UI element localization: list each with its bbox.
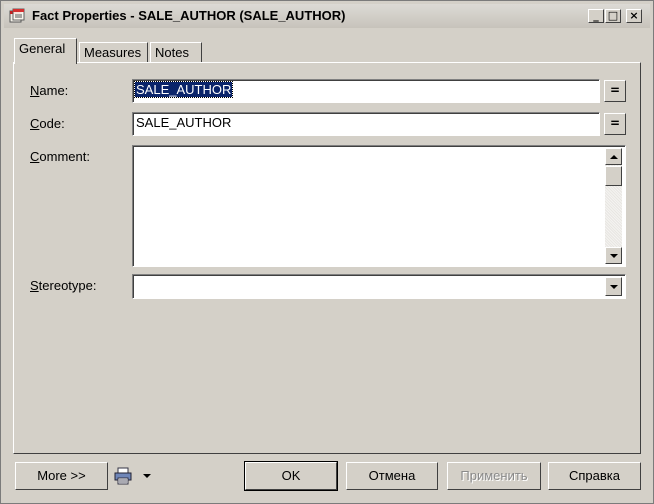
code-field[interactable]: SALE_AUTHOR <box>132 112 600 136</box>
tab-measures[interactable]: Measures <box>79 42 148 64</box>
apply-button[interactable]: Применить <box>447 462 541 490</box>
code-label: Code: <box>30 116 65 131</box>
name-equals-button[interactable]: = <box>604 80 626 102</box>
ok-button[interactable]: OK <box>244 461 338 491</box>
code-equals-button[interactable]: = <box>604 113 626 135</box>
comment-label: Comment: <box>30 149 90 164</box>
chevron-down-icon <box>609 284 618 289</box>
stereotype-combobox[interactable] <box>132 274 626 299</box>
cancel-button[interactable]: Отмена <box>346 462 438 490</box>
dropdown-arrow-icon <box>143 474 151 478</box>
tab-general[interactable]: General <box>14 38 77 64</box>
more-button[interactable]: More >> <box>15 462 108 490</box>
arrow-down-icon <box>609 253 618 258</box>
print-icon <box>114 467 132 485</box>
tab-notes[interactable]: Notes <box>150 42 202 64</box>
properties-dialog: Fact Properties - SALE_AUTHOR (SALE_AUTH… <box>0 0 654 504</box>
name-field[interactable]: SALE_AUTHOR <box>132 79 600 103</box>
window-title: Fact Properties - SALE_AUTHOR (SALE_AUTH… <box>32 8 346 23</box>
title-bar[interactable]: Fact Properties - SALE_AUTHOR (SALE_AUTH… <box>4 4 650 28</box>
tab-general-label: General <box>19 41 66 56</box>
name-label: Name: <box>30 83 69 98</box>
print-menu-button[interactable] <box>113 464 157 488</box>
stereotype-dropdown-button[interactable] <box>605 277 622 296</box>
comment-textarea[interactable] <box>132 145 626 267</box>
maximize-button[interactable]: □ <box>605 9 621 23</box>
name-value: SALE_AUTHOR <box>133 81 234 98</box>
tab-measures-label: Measures <box>84 45 142 60</box>
help-button[interactable]: Справка <box>548 462 641 490</box>
arrow-up-icon <box>609 154 618 159</box>
scroll-down-button[interactable] <box>605 247 622 264</box>
app-icon <box>9 8 25 23</box>
stereotype-label: Stereotype: <box>30 278 97 293</box>
scroll-thumb[interactable] <box>605 166 622 186</box>
tab-notes-label: Notes <box>155 45 189 60</box>
code-value: SALE_AUTHOR <box>136 115 232 130</box>
close-button[interactable]: × <box>626 9 642 23</box>
general-tab-panel: Name: SALE_AUTHOR = Code: SALE_AUTHOR = … <box>13 62 641 454</box>
scroll-up-button[interactable] <box>605 148 622 165</box>
minimize-button[interactable]: _ <box>588 9 604 23</box>
